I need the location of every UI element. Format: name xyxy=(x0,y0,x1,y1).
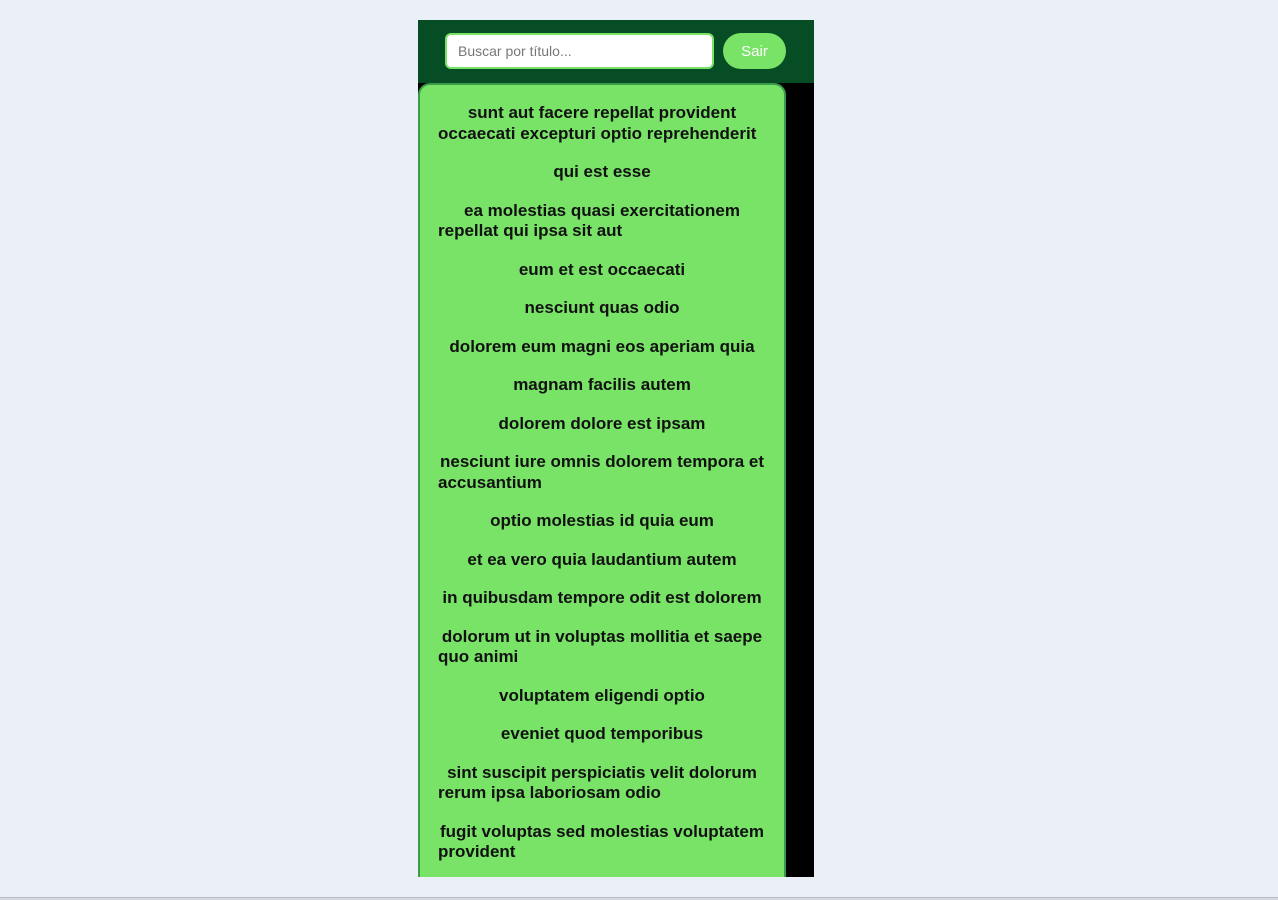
list-item[interactable]: dolorem dolore est ipsam xyxy=(438,414,766,435)
list-item[interactable]: nesciunt iure omnis dolorem tempora et a… xyxy=(438,452,766,493)
list-item[interactable]: nesciunt quas odio xyxy=(438,298,766,319)
post-list[interactable]: sunt aut facere repellat provident occae… xyxy=(418,83,786,877)
list-item[interactable]: ea molestias quasi exercitationem repell… xyxy=(438,201,766,242)
app-container: Sair sunt aut facere repellat provident … xyxy=(418,20,814,877)
list-item[interactable]: in quibusdam tempore odit est dolorem xyxy=(438,588,766,609)
list-item[interactable]: sunt aut facere repellat provident occae… xyxy=(438,103,766,144)
list-item[interactable]: et ea vero quia laudantium autem xyxy=(438,550,766,571)
list-item[interactable]: eum et est occaecati xyxy=(438,260,766,281)
list-item[interactable]: fugit voluptas sed molestias voluptatem … xyxy=(438,822,766,863)
header-bar: Sair xyxy=(418,20,814,83)
list-item[interactable]: dolorum ut in voluptas mollitia et saepe… xyxy=(438,627,766,668)
list-item[interactable]: voluptatem eligendi optio xyxy=(438,686,766,707)
list-item[interactable]: dolorem eum magni eos aperiam quia xyxy=(438,337,766,358)
list-item[interactable]: magnam facilis autem xyxy=(438,375,766,396)
list-item[interactable]: eveniet quod temporibus xyxy=(438,724,766,745)
logout-button[interactable]: Sair xyxy=(723,33,786,69)
list-item[interactable]: qui est esse xyxy=(438,162,766,183)
list-item[interactable]: optio molestias id quia eum xyxy=(438,511,766,532)
list-item[interactable]: sint suscipit perspiciatis velit dolorum… xyxy=(438,763,766,804)
search-input[interactable] xyxy=(445,33,714,69)
